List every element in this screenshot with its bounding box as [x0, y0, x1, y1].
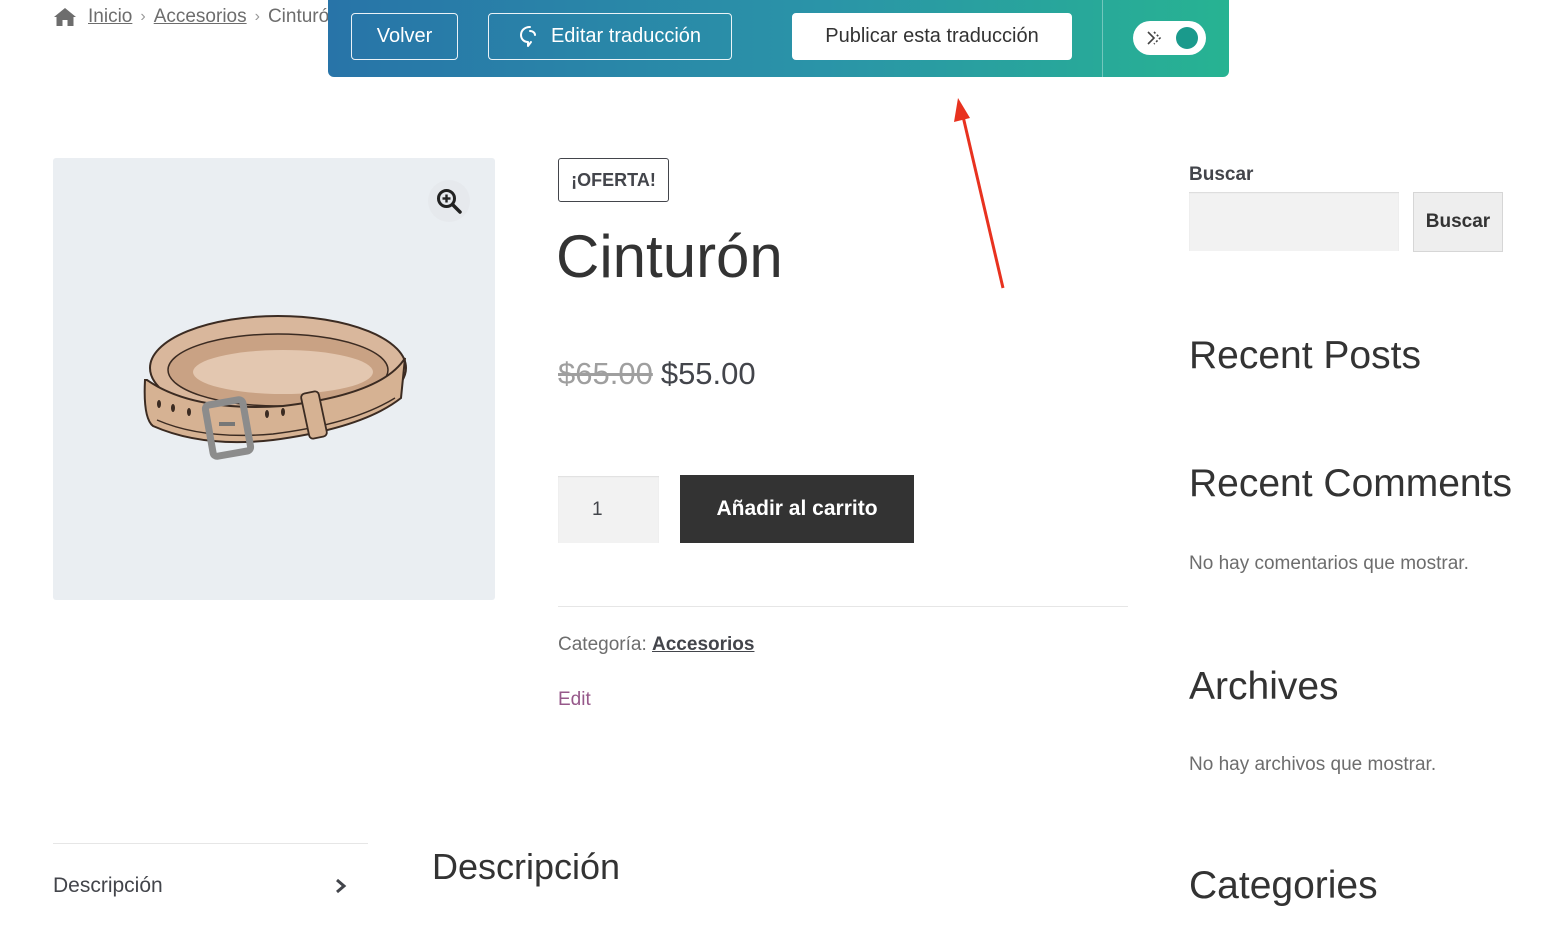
divider: [558, 606, 1128, 607]
annotation-arrow: [954, 98, 1005, 289]
tab-label: Descripción: [53, 874, 163, 897]
translation-toolbar: Volver Editar traducción Publicar esta t…: [328, 0, 1229, 77]
product-price: $65.00 $55.00: [558, 356, 756, 392]
toggle-knob: [1176, 27, 1198, 49]
belt-illustration: [143, 315, 407, 460]
product-image[interactable]: [53, 158, 495, 600]
translation-toggle[interactable]: [1133, 21, 1206, 55]
edit-translation-label: Editar traducción: [550, 25, 702, 47]
breadcrumb-link-home[interactable]: Inicio: [88, 6, 132, 28]
category-label: Categoría:: [558, 634, 647, 655]
tabs-divider: [53, 843, 368, 844]
sale-price: $55.00: [660, 356, 756, 391]
zoom-icon[interactable]: [428, 180, 470, 222]
chevron-right-icon: [336, 878, 347, 894]
back-button[interactable]: Volver: [351, 13, 458, 60]
widget-text-recent-comments: No hay comentarios que mostrar.: [1189, 553, 1469, 574]
widget-title-categories: Categories: [1189, 864, 1378, 907]
widget-title-archives: Archives: [1189, 665, 1339, 708]
search-label: Buscar: [1189, 164, 1254, 185]
widget-text-archives: No hay archivos que mostrar.: [1189, 754, 1437, 775]
search-input[interactable]: [1189, 192, 1399, 251]
product-meta: Categoría: Accesorios: [558, 634, 754, 656]
breadcrumb-link-category[interactable]: Accesorios: [154, 6, 247, 28]
description-heading: Descripción: [432, 846, 621, 887]
widget-title-recent-posts: Recent Posts: [1189, 334, 1421, 377]
publish-translation-button[interactable]: Publicar esta traducción: [792, 13, 1072, 60]
home-icon[interactable]: [53, 7, 77, 27]
category-link[interactable]: Accesorios: [652, 634, 754, 655]
edit-link[interactable]: Edit: [558, 689, 591, 711]
toolbar-divider: [1102, 0, 1103, 77]
regular-price: $65.00: [558, 356, 653, 391]
tab-description[interactable]: Descripción: [53, 874, 348, 898]
breadcrumb: Inicio › Accesorios › Cinturón: [53, 6, 340, 28]
search-button[interactable]: Buscar: [1413, 192, 1503, 252]
breadcrumb-separator: ›: [140, 8, 146, 25]
widget-title-recent-comments: Recent Comments: [1189, 462, 1512, 505]
breadcrumb-separator: ›: [254, 8, 260, 25]
product-title: Cinturón: [556, 223, 783, 290]
sale-badge: ¡OFERTA!: [558, 158, 669, 202]
add-to-cart-button[interactable]: Añadir al carrito: [680, 475, 914, 543]
edit-translation-button[interactable]: Editar traducción: [488, 13, 732, 60]
chevrons-right-icon: [1147, 31, 1162, 45]
quantity-input[interactable]: [558, 476, 659, 543]
translate-icon: [519, 25, 536, 47]
